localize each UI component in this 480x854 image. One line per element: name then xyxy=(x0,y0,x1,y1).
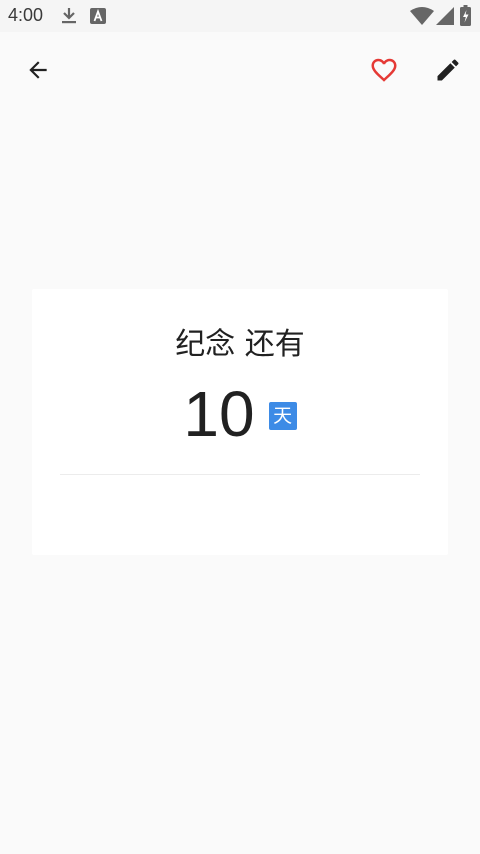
anniversary-card: 纪念 还有 10 天 xyxy=(32,289,448,555)
text-a-icon xyxy=(90,8,106,24)
edit-pencil-icon xyxy=(437,59,459,81)
back-button[interactable] xyxy=(14,46,62,94)
days-count-row: 10 天 xyxy=(32,379,448,449)
favorite-button[interactable] xyxy=(360,46,408,94)
back-arrow-icon xyxy=(29,61,47,79)
edit-button[interactable] xyxy=(424,46,472,94)
signal-icon xyxy=(436,7,454,25)
battery-icon xyxy=(460,5,471,26)
download-icon xyxy=(62,8,76,24)
status-bar: 4:00 xyxy=(0,0,480,32)
day-unit-badge: 天 xyxy=(268,402,297,430)
card-divider xyxy=(60,474,420,475)
wifi-icon xyxy=(410,7,434,25)
heart-outline-icon xyxy=(371,58,397,82)
status-time: 4:00 xyxy=(8,5,44,25)
days-count: 10 xyxy=(183,378,255,450)
toolbar xyxy=(0,32,480,108)
card-title: 纪念 还有 xyxy=(175,327,305,362)
